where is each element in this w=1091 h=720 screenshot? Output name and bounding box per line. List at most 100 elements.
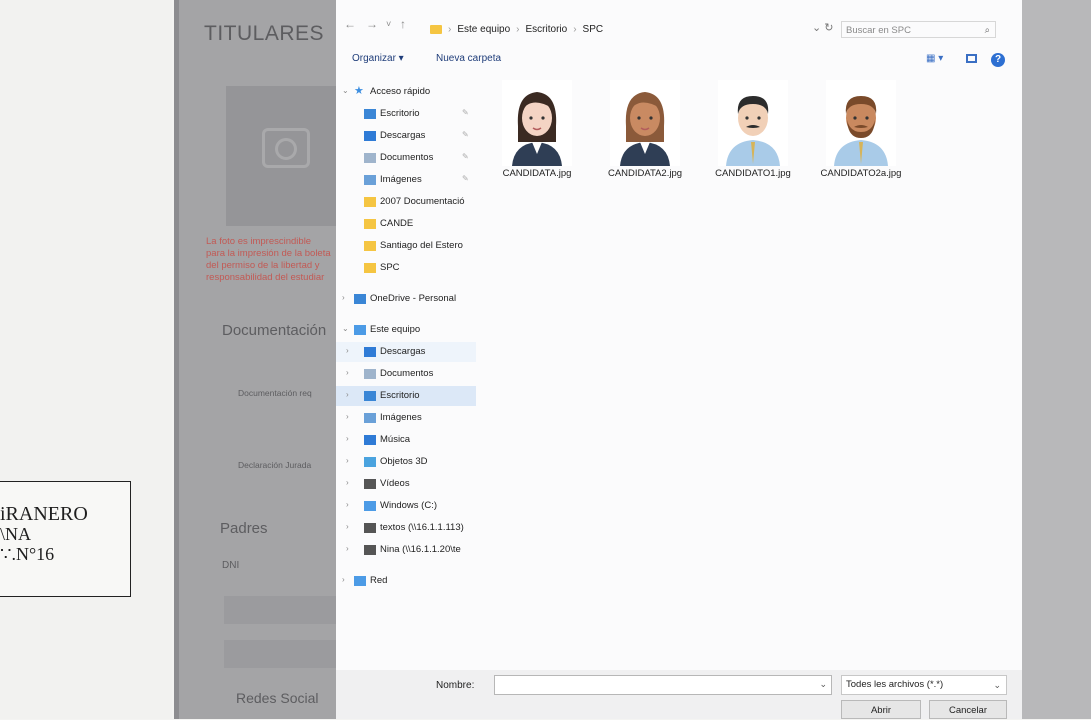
nav-item-7[interactable]: › Windows (C:): [336, 496, 476, 516]
new-folder-button[interactable]: Nueva carpeta: [436, 53, 501, 64]
up-button[interactable]: ↑: [400, 17, 406, 31]
background-web-form: TITULARES La foto es imprescindible para…: [174, 0, 338, 719]
chevron-icon[interactable]: ›: [346, 522, 349, 531]
nav-item-7[interactable]: SPC: [336, 258, 476, 278]
chevron-icon[interactable]: ›: [346, 544, 349, 553]
video-icon: [364, 479, 376, 489]
file-item[interactable]: CANDIDATO1.jpg: [702, 80, 804, 180]
file-item[interactable]: CANDIDATO2a.jpg: [810, 80, 912, 180]
nav-item-onedrive[interactable]: › OneDrive - Personal: [336, 289, 476, 309]
nav-item-label: Red: [370, 575, 388, 586]
nav-item-1[interactable]: › Documentos: [336, 364, 476, 384]
nav-item-3[interactable]: › Imágenes: [336, 408, 476, 428]
nav-item-1[interactable]: Descargas ✎: [336, 126, 476, 146]
nav-item-network[interactable]: › Red: [336, 571, 476, 591]
filetype-value: Todes les archivos (*.*): [846, 679, 944, 690]
organize-button[interactable]: Organizar ▾: [352, 53, 404, 64]
breadcrumb-escritorio[interactable]: Escritorio: [526, 24, 568, 35]
pc-icon: [354, 325, 366, 335]
man-mustache-light-thumbnail: [718, 80, 788, 166]
file-name: CANDIDATA.jpg: [502, 168, 572, 179]
navigation-pane: ⌄ ★ Acceso rápido Escritorio ✎ Descargas ✎ Docu…: [336, 82, 476, 652]
chevron-icon[interactable]: ›: [346, 346, 349, 355]
filename-input[interactable]: ⌄: [494, 675, 832, 695]
folder-icon: [364, 219, 376, 229]
chevron-icon[interactable]: ⌄: [342, 86, 349, 95]
pin-icon[interactable]: ✎: [462, 174, 469, 183]
dni-field[interactable]: [224, 596, 336, 624]
nav-item-6[interactable]: › Vídeos: [336, 474, 476, 494]
nav-item-label: Escritorio: [380, 390, 420, 401]
avatar-image: [620, 92, 670, 166]
nav-item-label: Objetos 3D: [380, 456, 428, 467]
help-icon[interactable]: ?: [991, 53, 1005, 67]
nav-item-4[interactable]: › Música: [336, 430, 476, 450]
chevron-icon[interactable]: ›: [346, 412, 349, 421]
nav-item-label: Música: [380, 434, 411, 445]
pin-icon[interactable]: ✎: [462, 108, 469, 117]
file-item[interactable]: CANDIDATA2.jpg: [594, 80, 696, 180]
chevron-icon[interactable]: ›: [346, 434, 349, 443]
camera-icon: [262, 128, 310, 168]
address-row: ← → ˅ ↑ › Este equipo › Escritorio › SPC…: [336, 17, 1022, 43]
nav-item-label: Imágenes: [380, 412, 422, 423]
down-icon: [364, 131, 376, 141]
nav-item-this_pc[interactable]: ⌄ Este equipo: [336, 320, 476, 340]
label-documentacion: Documentación req: [238, 388, 312, 398]
nav-item-2[interactable]: › Escritorio: [336, 386, 476, 406]
breadcrumb[interactable]: › Este equipo › Escritorio › SPC: [430, 18, 802, 40]
refresh-icon[interactable]: ⌄ ↻: [812, 21, 834, 34]
chevron-icon[interactable]: ›: [346, 456, 349, 465]
nav-item-quick_access[interactable]: ⌄ ★ Acceso rápido: [336, 82, 476, 102]
nav-item-5[interactable]: › Objetos 3D: [336, 452, 476, 472]
chevron-icon[interactable]: ›: [346, 478, 349, 487]
chevron-icon[interactable]: ›: [346, 500, 349, 509]
obj-icon: [364, 457, 376, 467]
nav-item-label: SPC: [380, 262, 400, 273]
preview-pane-icon[interactable]: [966, 54, 977, 63]
pin-icon[interactable]: ✎: [462, 152, 469, 161]
nav-item-5[interactable]: CANDE: [336, 214, 476, 234]
chevron-down-icon[interactable]: ⌄: [819, 679, 827, 690]
view-options-icon[interactable]: ▦ ▾: [926, 53, 943, 64]
filetype-select[interactable]: Todes les archivos (*.*) ⌄: [841, 675, 1007, 695]
breadcrumb-spc[interactable]: SPC: [583, 24, 604, 35]
nav-item-6[interactable]: Santiago del Estero: [336, 236, 476, 256]
woman-brown-hair-thumbnail: [610, 80, 680, 166]
down-icon: [364, 347, 376, 357]
file-name: CANDIDATA2.jpg: [607, 168, 683, 179]
form-field[interactable]: [224, 640, 336, 668]
chevron-icon[interactable]: ›: [346, 368, 349, 377]
nav-item-9[interactable]: › Nina (\\16.1.1.20\te: [336, 540, 476, 560]
background-right: [1022, 0, 1091, 719]
chevron-icon[interactable]: ›: [346, 390, 349, 399]
chevron-icon[interactable]: ›: [342, 293, 345, 302]
forward-button[interactable]: →: [366, 17, 378, 31]
search-box[interactable]: Buscar en SPC ⌕: [841, 21, 996, 38]
section-redes-sociales: Redes Social: [236, 690, 319, 706]
chevron-icon[interactable]: ⌄: [342, 324, 349, 333]
recent-locations-button[interactable]: ˅: [386, 19, 391, 29]
section-documentacion: Documentación: [222, 322, 327, 339]
cancel-button[interactable]: Cancelar: [929, 700, 1007, 719]
nav-item-0[interactable]: › Descargas: [336, 342, 476, 362]
nav-item-label: Acceso rápido: [370, 86, 431, 97]
nav-item-0[interactable]: Escritorio ✎: [336, 104, 476, 124]
nav-item-2[interactable]: Documentos ✎: [336, 148, 476, 168]
nav-item-label: Nina (\\16.1.1.20\te: [380, 544, 461, 555]
pin-icon[interactable]: ✎: [462, 130, 469, 139]
file-item[interactable]: CANDIDATA.jpg: [486, 80, 588, 180]
dialog-footer: Nombre: ⌄ Todes les archivos (*.*) ⌄ Abr…: [336, 670, 1022, 719]
folder-icon: [364, 197, 376, 207]
nav-item-3[interactable]: Imágenes ✎: [336, 170, 476, 190]
chevron-icon[interactable]: ›: [342, 575, 345, 584]
desk-icon: [364, 109, 376, 119]
man-beard-tan-thumbnail: [826, 80, 896, 166]
breadcrumb-este-equipo[interactable]: Este equipo: [457, 24, 510, 35]
label-dni: DNI: [222, 560, 240, 571]
open-button[interactable]: Abrir: [841, 700, 921, 719]
photo-warning-text: La foto es imprescindible para la impres…: [206, 236, 331, 283]
nav-item-8[interactable]: › textos (\\16.1.1.113): [336, 518, 476, 538]
back-button[interactable]: ←: [344, 17, 356, 31]
nav-item-4[interactable]: 2007 Documentació: [336, 192, 476, 212]
